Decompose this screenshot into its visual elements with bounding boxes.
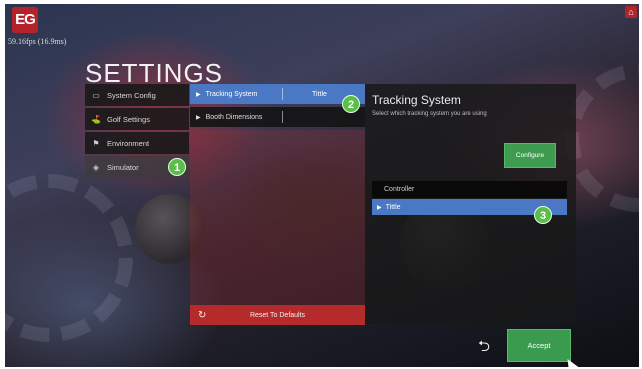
option-value: Tittle [312, 90, 327, 98]
sidebar-item-label: Simulator [107, 162, 139, 172]
diamond-icon: ◈ [92, 162, 100, 172]
controller-item-label: Tittle [385, 203, 401, 211]
background-gear [565, 64, 639, 212]
sidebar-item-system-config[interactable]: ▭ System Config [85, 84, 189, 106]
sidebar-item-label: Golf Settings [107, 114, 150, 124]
sidebar-item-environment[interactable]: ⚑ Environment [85, 132, 189, 154]
background-gear [5, 174, 133, 342]
flag-icon: ⚑ [92, 138, 100, 148]
option-label: Booth Dimensions [205, 113, 263, 121]
fps-counter: 59.16fps (16.9ms) [8, 37, 67, 46]
panel-subtitle: Select which tracking system you are usi… [372, 111, 487, 117]
sidebar-item-label: System Config [107, 90, 156, 100]
simulator-screen: EG 59.16fps (16.9ms) ⌂ SETTINGS ▭ System… [5, 4, 639, 367]
controller-list-header: Controller [372, 181, 567, 198]
reset-label: Reset To Defaults [249, 311, 306, 319]
option-tracking-system[interactable]: ▶ Tracking System Tittle [190, 84, 365, 104]
monitor-icon: ▭ [92, 90, 100, 100]
chevron-right-icon: ▶ [377, 204, 382, 211]
callout-badge-2: 2 [342, 95, 360, 113]
sidebar-item-label: Environment [107, 138, 150, 148]
chevron-right-icon: ▶ [196, 91, 201, 98]
callout-badge-3: 3 [534, 206, 552, 224]
divider [282, 88, 283, 100]
simulator-options: ▶ Tracking System Tittle ▶ Booth Dimensi… [190, 84, 365, 325]
option-booth-dimensions[interactable]: ▶ Booth Dimensions [190, 107, 365, 127]
reset-defaults-button[interactable]: ↻ Reset To Defaults [190, 305, 365, 325]
configure-button[interactable]: Configure [504, 143, 556, 168]
tracking-system-panel: Tracking System Select which tracking sy… [365, 84, 576, 324]
golfer-icon: ⛳ [91, 114, 101, 124]
back-icon[interactable]: ⮌ [478, 339, 494, 355]
callout-badge-1: 1 [168, 158, 186, 176]
sidebar-item-golf-settings[interactable]: ⛳ Golf Settings [85, 108, 189, 130]
accept-button[interactable]: Accept [507, 329, 571, 362]
panel-title: Tracking System [372, 93, 461, 107]
chevron-right-icon: ▶ [196, 114, 201, 121]
app-logo: EG [12, 7, 38, 33]
divider [282, 111, 283, 123]
home-icon[interactable]: ⌂ [625, 6, 637, 18]
options-panel-body [190, 130, 365, 305]
option-label: Tracking System [205, 90, 258, 98]
